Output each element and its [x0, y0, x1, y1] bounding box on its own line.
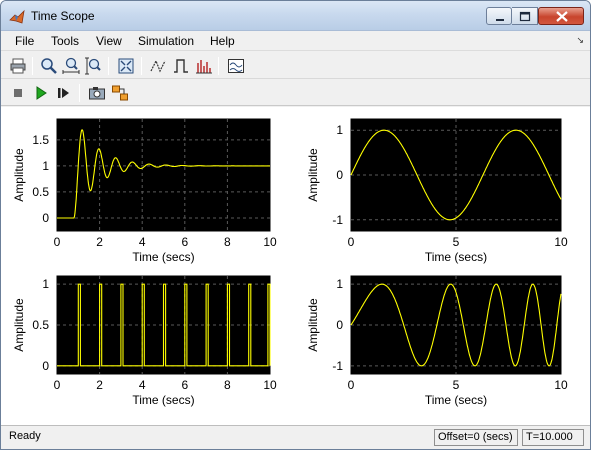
trigger-icon: [150, 59, 166, 73]
snapshot-icon: [89, 87, 105, 100]
minimize-icon: [496, 19, 504, 21]
x-tick-label: 5: [453, 378, 460, 392]
maximize-icon: [519, 11, 531, 22]
print-icon: [10, 58, 26, 74]
x-tick-label: 5: [453, 235, 460, 249]
toolbar-separator: [32, 57, 33, 75]
highlight-block-button[interactable]: [111, 84, 129, 102]
x-tick-label: 2: [96, 378, 103, 392]
matlab-app-icon: [9, 9, 25, 24]
y-tick-label: 1.5: [32, 133, 49, 147]
layout-button[interactable]: [227, 57, 245, 75]
y-tick-label: -1: [332, 359, 343, 373]
run-icon: [36, 86, 47, 100]
plot-area: 0 2 4 6 8 10 0 0.5 1 1.5 Time (secs) Amplitude 0 5 10-…: [1, 107, 590, 425]
zoom-y-icon: [85, 57, 101, 75]
x-tick-label: 8: [224, 378, 231, 392]
menu-bar: File Tools View Simulation Help ↘: [1, 31, 590, 51]
toolbar-separator: [218, 57, 219, 75]
status-text: Ready: [9, 430, 41, 442]
x-tick-label: 0: [348, 235, 355, 249]
minimize-button[interactable]: [486, 7, 512, 25]
menu-help[interactable]: Help: [210, 34, 235, 48]
print-button[interactable]: [9, 57, 27, 75]
x-tick-label: 4: [139, 235, 146, 249]
x-axis-label: Time (secs): [425, 393, 487, 407]
toolbar-separator: [79, 84, 80, 102]
menu-dock-arrow-icon[interactable]: ↘: [576, 35, 584, 46]
x-tick-label: 6: [181, 378, 188, 392]
close-button[interactable]: [538, 7, 584, 25]
x-tick-label: 10: [554, 235, 568, 249]
time-readout: T=10.000: [522, 429, 584, 446]
y-tick-label: 0.5: [32, 318, 49, 332]
trigger-button[interactable]: [149, 57, 167, 75]
menu-simulation[interactable]: Simulation: [138, 34, 194, 48]
signal-statistics-button[interactable]: [172, 57, 190, 75]
layout-icon: [228, 59, 244, 73]
measurements-button[interactable]: [195, 57, 213, 75]
maximize-button[interactable]: [512, 7, 538, 25]
autoscale-button[interactable]: [117, 57, 135, 75]
zoom-in-icon: [41, 58, 57, 74]
title-bar[interactable]: Time Scope: [1, 1, 590, 31]
close-icon: [556, 11, 568, 22]
y-tick-label: 0: [42, 211, 49, 225]
x-tick-label: 10: [554, 378, 568, 392]
time-scope-window: Time Scope File Tools View Simulation He…: [0, 0, 591, 450]
x-tick-label: 0: [348, 378, 355, 392]
menu-file[interactable]: File: [15, 34, 34, 48]
zoom-y-button[interactable]: [84, 57, 102, 75]
x-axis-label: Time (secs): [132, 250, 194, 264]
y-tick-label: -1: [332, 213, 343, 227]
zoom-in-button[interactable]: [40, 57, 58, 75]
x-tick-label: 0: [54, 235, 61, 249]
x-tick-label: 0: [54, 378, 61, 392]
signal-icon: [174, 59, 188, 73]
window-title: Time Scope: [31, 9, 95, 23]
scope-displays: 0 2 4 6 8 1000.511.5Time (secs)Amplitude0 5 10-…: [12, 118, 568, 407]
y-tick-label: 1: [42, 277, 49, 291]
autoscale-icon: [118, 58, 134, 74]
x-tick-label: 6: [181, 235, 188, 249]
x-tick-label: 10: [263, 235, 277, 249]
snapshot-button[interactable]: [88, 84, 106, 102]
x-tick-label: 10: [263, 378, 277, 392]
step-forward-button[interactable]: [55, 84, 73, 102]
zoom-x-button[interactable]: [62, 57, 80, 75]
y-tick-label: 0: [42, 359, 49, 373]
y-axis-label: Amplitude: [306, 298, 320, 352]
stop-button[interactable]: [9, 84, 27, 102]
toolbar-separator: [141, 57, 142, 75]
status-bar: Ready Offset=0 (secs) T=10.000: [1, 425, 590, 449]
x-tick-label: 8: [224, 235, 231, 249]
menu-tools[interactable]: Tools: [51, 34, 79, 48]
y-tick-label: 0: [336, 318, 343, 332]
simulation-toolbar: [1, 80, 590, 106]
y-axis-label: Amplitude: [12, 298, 26, 352]
y-tick-label: 1: [336, 123, 343, 137]
highlight-block-icon: [112, 85, 128, 101]
stop-icon: [14, 89, 22, 97]
x-axis-label: Time (secs): [425, 250, 487, 264]
x-axis-label: Time (secs): [132, 393, 194, 407]
offset-readout: Offset=0 (secs): [434, 429, 518, 446]
x-tick-label: 2: [96, 235, 103, 249]
menu-view[interactable]: View: [96, 34, 122, 48]
y-tick-label: 0: [336, 168, 343, 182]
run-button[interactable]: [32, 84, 50, 102]
main-toolbar: [1, 53, 590, 79]
y-axis-label: Amplitude: [12, 148, 26, 202]
measurements-icon: [196, 60, 212, 74]
step-forward-icon: [58, 88, 69, 98]
y-tick-label: 0.5: [32, 185, 49, 199]
axes-background: [56, 118, 271, 232]
x-tick-label: 4: [139, 378, 146, 392]
zoom-x-icon: [62, 57, 80, 74]
toolbar-separator: [108, 57, 109, 75]
y-tick-label: 1: [336, 277, 343, 291]
y-tick-label: 1: [42, 159, 49, 173]
y-axis-label: Amplitude: [306, 148, 320, 202]
